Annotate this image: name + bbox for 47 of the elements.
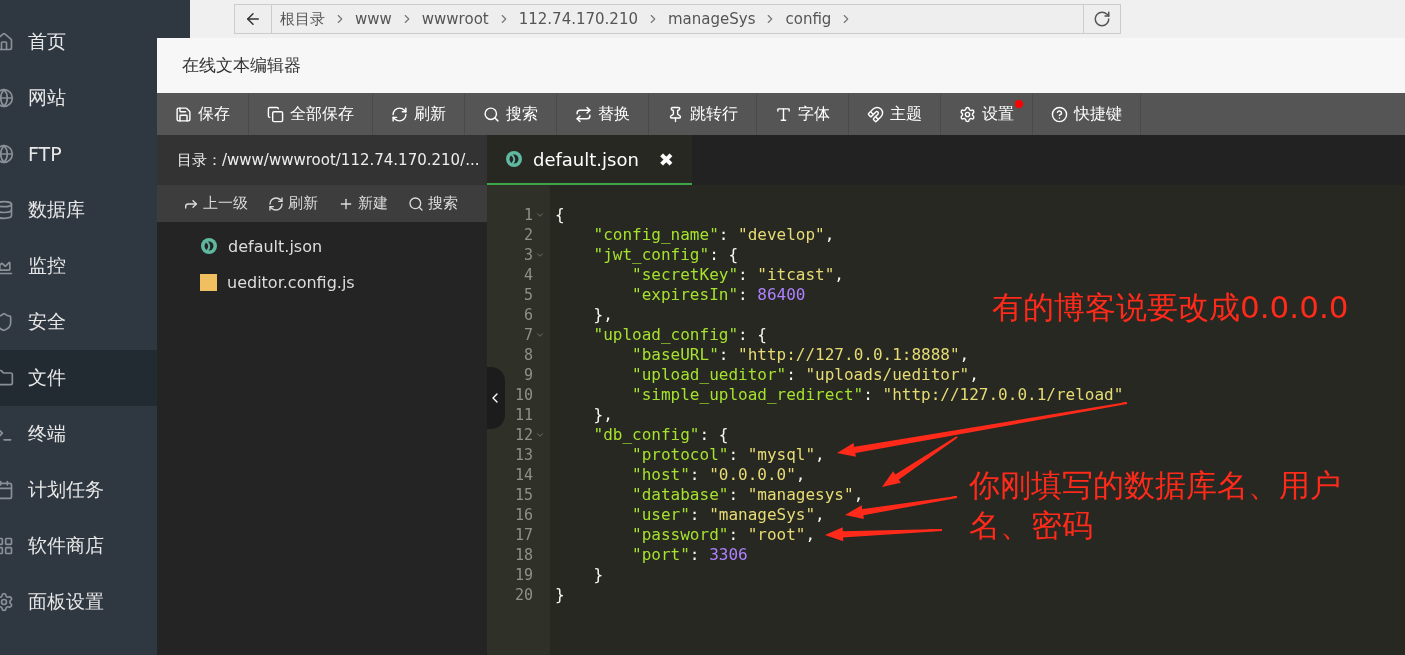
file-name: default.json [228,236,323,256]
line-number: 17 [513,526,533,544]
line-number: 14 [513,466,533,484]
directory-path: 目录：/www/wwwroot/112.74.170.210/... [157,135,487,185]
line-number: 2 [522,226,533,244]
code-line: "user": "manageSys", [631,505,825,525]
annotation-text: 有的博客说要改成0.0.0.0 [992,288,1349,327]
line-number: 10 [513,386,533,404]
dialog-title: 在线文本编辑器 [157,38,1405,93]
code-line: "db_config": { [592,425,729,445]
code-line: "simple_upload_redirect": "http://127.0.0.1/reload" [631,385,1124,405]
code-line: "database": "managesys", [631,485,864,505]
code-line: "password": "root", [631,525,816,545]
line-number: 16 [513,506,533,524]
line-number: 7 [522,326,533,344]
line-number: 20 [513,586,533,604]
code-line: "secretKey": "itcast", [631,265,844,285]
line-number: 11 [513,406,533,424]
code-line: { [555,205,565,225]
line-number: 4 [522,266,533,284]
code-line: }, [592,305,613,325]
line-number: 15 [513,486,533,504]
code-line: }, [592,405,613,425]
annotation-text: 你刚填写的数据库名、用户名、密码 [969,466,1342,545]
tab-title: default.json [533,148,639,170]
line-number: 8 [522,346,533,364]
line-number: 9 [522,366,533,384]
code-line: } [555,585,565,605]
line-number: 12 [513,426,533,444]
code-line: "protocol": "mysql", [631,445,825,465]
code-line: "baseURL": "http://127.0.0.1:8888", [631,345,970,365]
line-number: 13 [513,446,533,464]
code-line: } [592,565,604,585]
code-line: "upload_ueditor": "uploads/ueditor", [631,365,979,385]
line-number: 19 [513,566,533,584]
code-line: "config_name": "develop", [592,225,835,245]
line-number: 18 [513,546,533,564]
file-name: ueditor.config.js [227,272,355,292]
code-line: "jwt_config": { [592,245,739,265]
line-number: 3 [522,246,533,264]
code-line: "expiresIn": 86400 [631,285,806,305]
code-line: "host": "0.0.0.0", [631,465,806,485]
code-line: "upload_config": { [592,325,767,345]
line-number: 1 [522,206,533,224]
line-number: 6 [522,306,533,324]
line-number: 5 [522,286,533,304]
code-line: "port": 3306 [631,545,748,565]
